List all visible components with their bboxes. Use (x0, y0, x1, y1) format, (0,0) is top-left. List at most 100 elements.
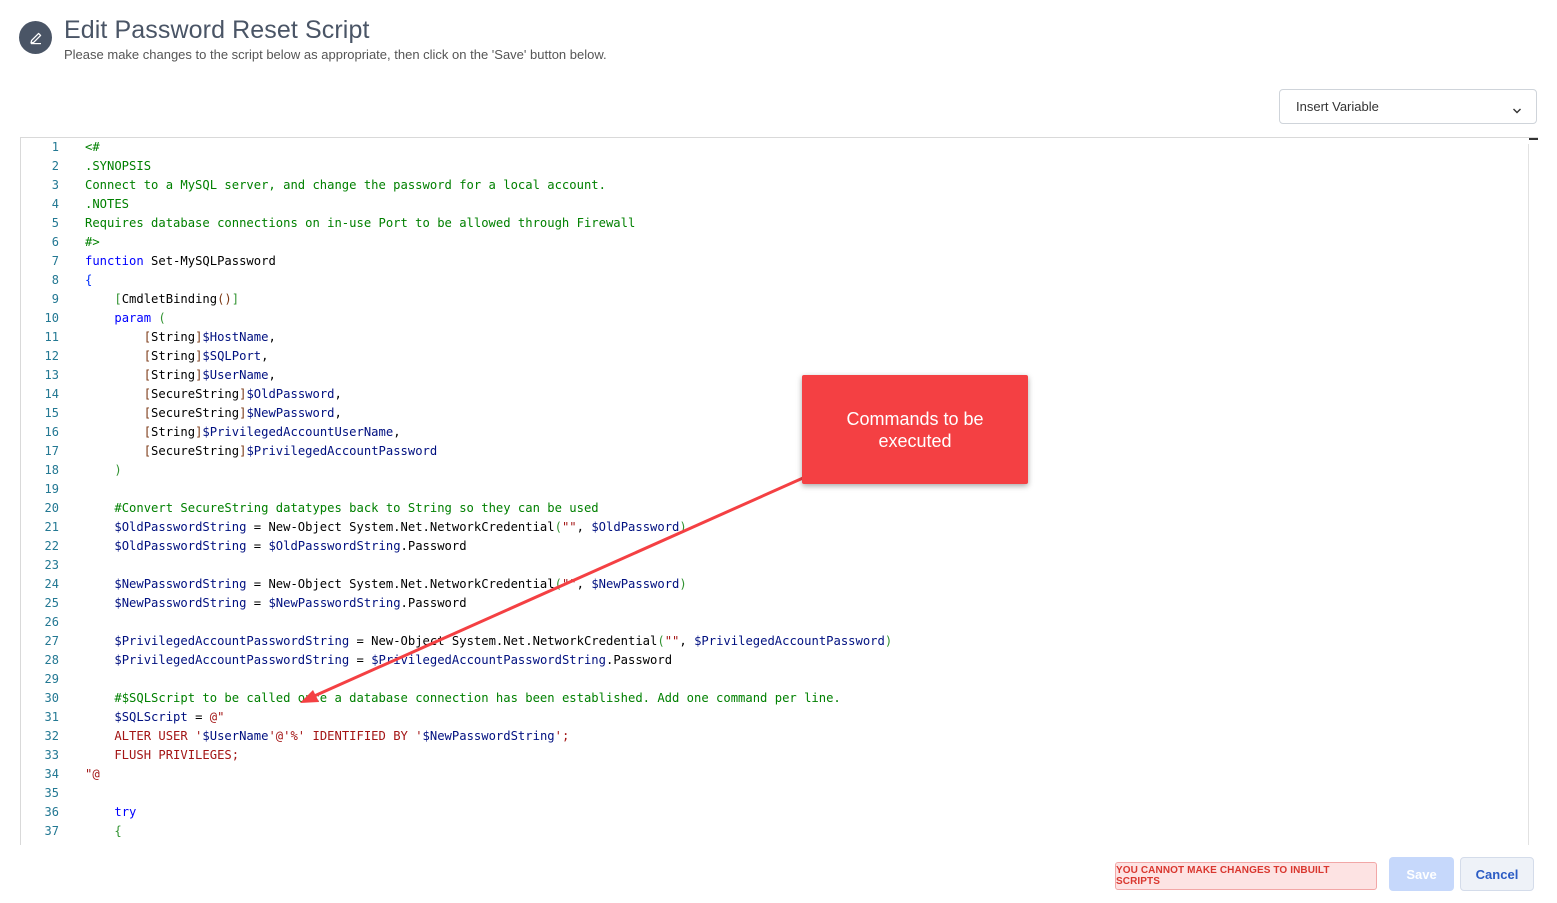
code-line: [String]$PrivilegedAccountUserName, (85, 423, 401, 442)
code-line: FLUSH PRIVILEGES; (85, 746, 239, 765)
code-token: .NOTES (85, 197, 130, 211)
line-number: 17 (44, 444, 59, 458)
line-number: 34 (44, 767, 59, 781)
line-number: 24 (44, 577, 59, 591)
pencil-icon (19, 21, 52, 54)
code-token: Connect to a MySQL server, and change th… (85, 178, 606, 192)
code-token: try (114, 805, 137, 819)
code-line: function Set-MySQLPassword (85, 252, 276, 271)
code-token: () (217, 292, 232, 306)
code-token: $SQLPort (202, 349, 262, 363)
code-token: = (187, 710, 210, 724)
code-token: , (268, 330, 276, 344)
code-token: $NewPasswordString (114, 577, 247, 591)
code-token: $PrivilegedAccountUserName (202, 425, 394, 439)
line-number: 16 (44, 425, 59, 439)
code-line: <# (85, 138, 100, 157)
page-header: Edit Password Reset Script Please make c… (0, 0, 1557, 90)
insert-variable-select[interactable]: Insert Variable (1279, 89, 1537, 124)
code-line: [SecureString]$NewPassword, (85, 404, 342, 423)
save-button[interactable]: Save (1389, 857, 1454, 891)
code-line: .NOTES (85, 195, 129, 214)
page-title: Edit Password Reset Script (64, 16, 370, 44)
line-number: 9 (51, 292, 59, 306)
code-token: $NewPasswordString (268, 596, 401, 610)
code-token: SecureString (151, 444, 240, 458)
code-token: String (151, 425, 196, 439)
line-number: 36 (44, 805, 59, 819)
code-token: <# (85, 140, 100, 154)
code-token: $OldPassword (591, 520, 680, 534)
code-token: = New-Object System.Net.NetworkCredentia… (246, 577, 555, 591)
inbuilt-script-warning: YOU CANNOT MAKE CHANGES TO INBUILT SCRIP… (1115, 862, 1377, 890)
code-token: "" (664, 634, 680, 648)
code-token: SecureString (151, 387, 240, 401)
line-number: 3 (51, 178, 59, 192)
code-token: , (576, 577, 592, 591)
line-number: 6 (51, 235, 59, 249)
line-number: 19 (44, 482, 59, 496)
line-number: 13 (44, 368, 59, 382)
code-token: $PrivilegedAccountPassword (694, 634, 885, 648)
code-token: .SYNOPSIS (85, 159, 152, 173)
code-token: ) (884, 634, 893, 648)
line-number: 10 (44, 311, 59, 325)
code-token: ) (679, 577, 687, 591)
code-token: , (334, 406, 342, 420)
code-line: [String]$HostName, (85, 328, 276, 347)
code-token: $OldPasswordString (114, 539, 247, 553)
code-token: ] (231, 292, 240, 306)
code-token: [ (143, 349, 152, 363)
cancel-button[interactable]: Cancel (1460, 857, 1534, 891)
code-line: { (85, 271, 92, 290)
code-token: $SQLScript (114, 710, 188, 724)
code-area[interactable]: <# .SYNOPSIS Connect to a MySQL server, an… (85, 138, 1525, 845)
code-token: , (261, 349, 269, 363)
code-token: CmdletBinding (121, 292, 218, 306)
code-token: [ (143, 387, 152, 401)
code-token: '; (554, 729, 570, 743)
line-number: 26 (44, 615, 59, 629)
code-line: .SYNOPSIS (85, 157, 151, 176)
line-number: 28 (44, 653, 59, 667)
code-token: { (85, 273, 93, 287)
code-token: $PrivilegedAccountPasswordString (114, 634, 350, 648)
editor-scrollbar[interactable] (1528, 144, 1538, 845)
code-editor[interactable]: 1 2 3 4 5 6 7 8 9 10 11 12 13 14 15 16 17 18 19 20 21 22 23 24 2… (20, 137, 1538, 845)
code-line: [SecureString]$OldPassword, (85, 385, 342, 404)
line-number: 18 (44, 463, 59, 477)
code-line: [String]$SQLPort, (85, 347, 269, 366)
code-token: String (151, 368, 196, 382)
code-token: , (393, 425, 401, 439)
code-token: function (85, 254, 144, 268)
code-token: [ (143, 425, 152, 439)
line-number: 2 (51, 159, 59, 173)
code-token: , (576, 520, 592, 534)
code-line: ) (85, 461, 121, 480)
code-token: SecureString (151, 406, 240, 420)
code-token: #$SQLScript to be called once a database… (114, 691, 841, 705)
code-line: ALTER USER '$UserName'@'%' IDENTIFIED BY… (85, 727, 569, 746)
code-token: #Convert SecureString datatypes back to … (114, 501, 599, 515)
code-line: #$SQLScript to be called once a database… (85, 689, 841, 708)
code-token: [ (143, 330, 152, 344)
line-number: 4 (51, 197, 59, 211)
callout-text: Commands to be executed (846, 408, 984, 451)
code-token: $PrivilegedAccountPassword (246, 444, 438, 458)
line-number-gutter: 1 2 3 4 5 6 7 8 9 10 11 12 13 14 15 16 17 18 19 20 21 22 23 24 2… (21, 138, 66, 845)
line-number: 30 (44, 691, 59, 705)
line-number: 7 (51, 254, 59, 268)
code-token: = New-Object System.Net.NetworkCredentia… (246, 520, 555, 534)
code-line: "@ (85, 765, 100, 784)
code-token: ( (158, 311, 166, 325)
code-line: try (85, 803, 136, 822)
code-token: .Password (400, 539, 467, 553)
